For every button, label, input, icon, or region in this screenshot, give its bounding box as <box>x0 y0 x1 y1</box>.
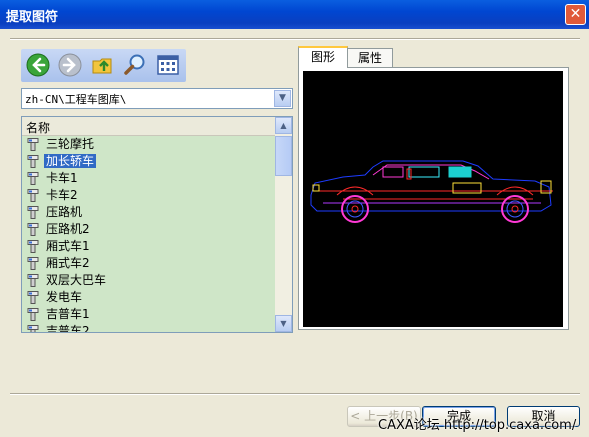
preview-canvas <box>303 71 563 327</box>
close-icon: ✕ <box>569 6 582 22</box>
list-scrollbar[interactable]: ▲ ▼ <box>275 117 292 332</box>
scroll-down-button[interactable]: ▼ <box>275 315 292 332</box>
symbol-file-icon <box>27 206 39 219</box>
folder-up-icon <box>92 58 112 74</box>
forward-button[interactable] <box>58 53 82 77</box>
path-combobox[interactable]: zh-CN\工程车图库\ ▼ <box>21 88 293 109</box>
list-header-name[interactable]: 名称 <box>22 117 275 136</box>
path-value: zh-CN\工程车图库\ <box>25 93 127 106</box>
list-item-label: 厢式车2 <box>46 256 90 270</box>
path-dropdown-button[interactable]: ▼ <box>274 90 291 107</box>
window-title: 提取图符 <box>6 10 59 25</box>
list-item-label: 卡车2 <box>46 188 78 202</box>
scroll-up-button[interactable]: ▲ <box>275 117 292 134</box>
bottom-divider <box>10 393 580 395</box>
symbol-file-icon <box>27 240 39 253</box>
tab-graphic[interactable]: 图形 <box>298 46 348 68</box>
chevron-down-icon: ▼ <box>279 93 286 103</box>
symbol-file-icon <box>27 223 39 236</box>
list-item[interactable]: 加长轿车 <box>22 153 275 170</box>
list-item-label: 三轮摩托 <box>46 137 95 151</box>
list-item[interactable]: 发电车 <box>22 289 275 306</box>
list-item-label: 卡车1 <box>46 171 78 185</box>
list-item[interactable]: 压路机 <box>22 204 275 221</box>
file-list[interactable]: 名称 三轮摩托加长轿车卡车1 卡车2 压路机压路机2 厢式车1 厢式车2 双层大巴车发电车… <box>21 116 293 333</box>
limousine-drawing <box>310 160 553 223</box>
back-button[interactable] <box>26 53 50 77</box>
up-folder-button[interactable] <box>91 53 115 77</box>
list-item[interactable]: 吉普车1 <box>22 306 275 323</box>
title-bar: 提取图符 ✕ <box>0 0 589 29</box>
list-item-label: 压路机2 <box>46 222 90 236</box>
symbol-file-icon <box>27 172 39 185</box>
list-item[interactable]: 吉普车2 <box>22 323 275 333</box>
list-item[interactable]: 厢式车1 <box>22 238 275 255</box>
list-item-label: 发电车 <box>46 290 83 304</box>
toolbar <box>21 49 186 82</box>
list-item[interactable]: 三轮摩托 <box>22 136 275 153</box>
list-item-label: 吉普车2 <box>46 324 90 333</box>
list-item-label: 压路机 <box>46 205 83 219</box>
symbol-file-icon <box>27 291 39 304</box>
close-button[interactable]: ✕ <box>565 4 586 25</box>
chevron-up-icon: ▲ <box>280 121 287 130</box>
preview-panel <box>298 67 569 330</box>
list-item-label: 加长轿车 <box>44 154 97 168</box>
watermark-text: CAXA论坛 http://top.caxa.com/ <box>378 418 577 433</box>
view-button[interactable] <box>156 53 180 77</box>
symbol-file-icon <box>27 325 39 332</box>
tab-properties[interactable]: 属性 <box>347 48 393 68</box>
list-item[interactable]: 厢式车2 <box>22 255 275 272</box>
symbol-file-icon <box>27 138 39 151</box>
list-item[interactable]: 卡车1 <box>22 170 275 187</box>
chevron-down-icon: ▼ <box>280 319 287 328</box>
back-arrow-icon <box>26 53 50 77</box>
grid-view-icon <box>157 55 179 75</box>
forward-arrow-icon <box>58 53 82 77</box>
symbol-file-icon <box>27 155 39 168</box>
symbol-file-icon <box>27 308 39 321</box>
list-item-label: 厢式车1 <box>46 239 90 253</box>
list-item[interactable]: 双层大巴车 <box>22 272 275 289</box>
scroll-thumb[interactable] <box>275 136 292 176</box>
magnifier-icon <box>124 54 145 75</box>
symbol-file-icon <box>27 189 39 202</box>
top-divider <box>10 38 580 40</box>
list-item-label: 吉普车1 <box>46 307 90 321</box>
symbol-file-icon <box>27 257 39 270</box>
symbol-file-icon <box>27 274 39 287</box>
list-items: 三轮摩托加长轿车卡车1 卡车2 压路机压路机2 厢式车1 厢式车2 双层大巴车发电车吉普车… <box>22 136 275 333</box>
search-button[interactable] <box>123 53 147 77</box>
list-item-label: 双层大巴车 <box>46 273 107 287</box>
list-item[interactable]: 卡车2 <box>22 187 275 204</box>
list-item[interactable]: 压路机2 <box>22 221 275 238</box>
